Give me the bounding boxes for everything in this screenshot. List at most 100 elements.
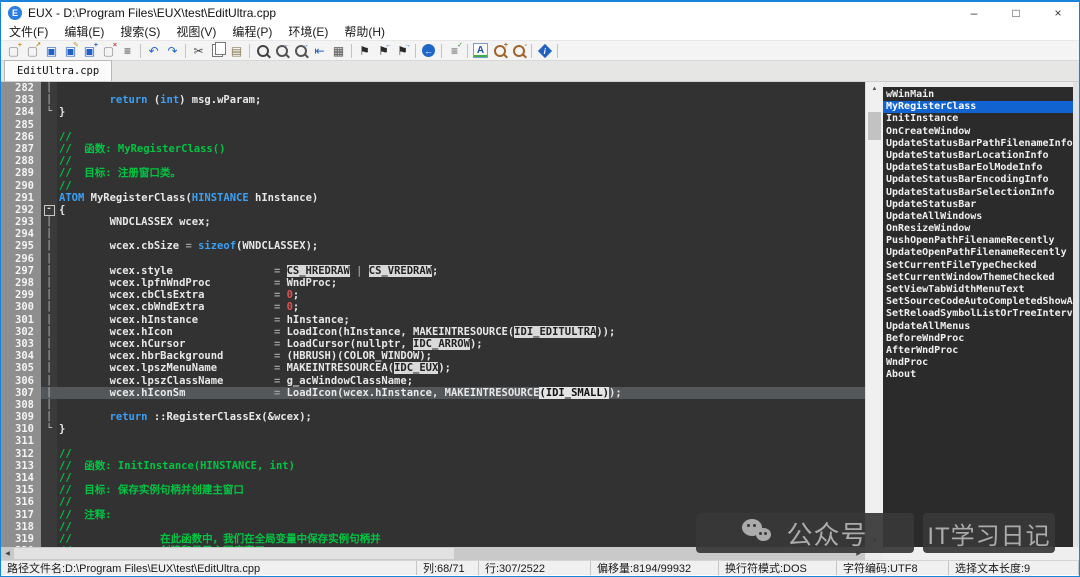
- function-list-item[interactable]: PushOpenPathFilenameRecently: [883, 235, 1073, 247]
- code-text[interactable]: //: [57, 131, 865, 143]
- function-list-item[interactable]: UpdateAllWindows: [883, 211, 1073, 223]
- toolbar-paste-button[interactable]: ▤: [227, 42, 246, 60]
- scroll-up-icon[interactable]: ▲: [866, 82, 883, 95]
- code-text[interactable]: {: [57, 204, 865, 216]
- vertical-scrollbar-thumb[interactable]: [868, 112, 881, 140]
- toolbar-copy-button[interactable]: [208, 42, 227, 60]
- toolbar-zoom-out-button[interactable]: -: [509, 42, 528, 60]
- toolbar-save-as-button[interactable]: ▣✎: [61, 42, 80, 60]
- function-list-item[interactable]: WndProc: [883, 357, 1073, 369]
- toolbar-find-next-button[interactable]: →: [291, 42, 310, 60]
- function-list-scrollbar[interactable]: [1073, 82, 1079, 547]
- maximize-button[interactable]: □: [995, 2, 1037, 24]
- code-text[interactable]: wcex.cbSize = sizeof(WNDCLASSEX);: [57, 240, 865, 252]
- code-text[interactable]: wcex.hCursor = LoadCursor(nullptr, IDC_A…: [57, 338, 865, 350]
- function-list-item[interactable]: UpdateStatusBar: [883, 199, 1073, 211]
- function-list-item[interactable]: SetCurrentWindowThemeChecked: [883, 272, 1073, 284]
- function-list-item[interactable]: MyRegisterClass: [883, 101, 1073, 113]
- menu-view[interactable]: 视图(V): [168, 24, 224, 40]
- toolbar-open-file-button[interactable]: ▢↗: [23, 42, 42, 60]
- function-list-item[interactable]: wWinMain: [883, 89, 1073, 101]
- toolbar-save-all-button[interactable]: ▣+: [80, 42, 99, 60]
- menu-search[interactable]: 搜索(S): [112, 24, 168, 40]
- code-text[interactable]: return ::RegisterClassEx(&wcex);: [57, 411, 865, 423]
- code-text[interactable]: [57, 253, 865, 265]
- code-text[interactable]: wcex.hIconSm = LoadIcon(wcex.hInstance, …: [57, 387, 865, 399]
- toolbar-syntax-highlight-button[interactable]: A: [471, 42, 490, 60]
- code-text[interactable]: ATOM MyRegisterClass(HINSTANCE hInstance…: [57, 192, 865, 204]
- menu-program[interactable]: 编程(P): [224, 24, 280, 40]
- function-list-item[interactable]: SetCurrentFileTypeChecked: [883, 260, 1073, 272]
- menu-environment[interactable]: 环境(E): [280, 24, 336, 40]
- toolbar-zoom-in-button[interactable]: +: [490, 42, 509, 60]
- code-text[interactable]: // 目标: 保存实例句柄并创建主窗口: [57, 484, 865, 496]
- code-text[interactable]: wcex.hInstance = hInstance;: [57, 314, 865, 326]
- toolbar-navigate-back-button[interactable]: ←: [419, 42, 438, 60]
- code-text[interactable]: //: [57, 180, 865, 192]
- toolbar-cut-button[interactable]: ✂: [189, 42, 208, 60]
- code-text[interactable]: [57, 228, 865, 240]
- code-text[interactable]: return (int) msg.wParam;: [57, 94, 865, 106]
- editor-vertical-scrollbar[interactable]: ▲ ▼: [865, 82, 883, 547]
- code-text[interactable]: //: [57, 155, 865, 167]
- toolbar-document-list-button[interactable]: ≡: [118, 42, 137, 60]
- code-text[interactable]: // 函数: InitInstance(HINSTANCE, int): [57, 460, 865, 472]
- code-text[interactable]: wcex.style = CS_HREDRAW | CS_VREDRAW;: [57, 265, 865, 277]
- toolbar-save-button[interactable]: ▣: [42, 42, 61, 60]
- toolbar-bookmark-button[interactable]: ⚑: [355, 42, 374, 60]
- toolbar-undo-button[interactable]: ↶: [144, 42, 163, 60]
- function-list-item[interactable]: SetSourceCodeAutoCompletedShowAf: [883, 296, 1073, 308]
- function-list-item[interactable]: About: [883, 369, 1073, 381]
- code-text[interactable]: //: [57, 496, 865, 508]
- code-text[interactable]: wcex.lpszMenuName = MAKEINTRESOURCEA(IDC…: [57, 362, 865, 374]
- toolbar-goto-line-button[interactable]: ⇤: [310, 42, 329, 60]
- toolbar-next-bookmark-button[interactable]: ⚑→: [393, 42, 412, 60]
- function-list-item[interactable]: UpdateStatusBarLocationInfo: [883, 150, 1073, 162]
- close-button[interactable]: ×: [1037, 2, 1079, 24]
- code-text[interactable]: //: [57, 472, 865, 484]
- code-text[interactable]: }: [57, 423, 865, 435]
- menu-file[interactable]: 文件(F): [1, 24, 56, 40]
- code-text[interactable]: [57, 119, 865, 131]
- code-text[interactable]: [57, 399, 865, 411]
- toolbar-about-button[interactable]: i: [535, 42, 554, 60]
- toolbar-replace-button[interactable]: ▦: [329, 42, 348, 60]
- code-editor[interactable]: 282│283│ return (int) msg.wParam;284└}28…: [1, 82, 865, 547]
- code-text[interactable]: [57, 82, 865, 94]
- function-list-item[interactable]: UpdateStatusBarPathFilenameInfo: [883, 138, 1073, 150]
- function-list-item[interactable]: AfterWndProc: [883, 345, 1073, 357]
- horizontal-scrollbar-thumb[interactable]: [14, 548, 454, 559]
- code-text[interactable]: // 函数: MyRegisterClass(): [57, 143, 865, 155]
- code-text[interactable]: WNDCLASSEX wcex;: [57, 216, 865, 228]
- code-text[interactable]: wcex.cbClsExtra = 0;: [57, 289, 865, 301]
- toolbar-new-file-button[interactable]: ▢+: [4, 42, 23, 60]
- function-list-item[interactable]: BeforeWndProc: [883, 333, 1073, 345]
- toolbar-find-previous-button[interactable]: ←: [272, 42, 291, 60]
- fold-collapse-icon[interactable]: -: [44, 205, 55, 216]
- code-text[interactable]: }: [57, 106, 865, 118]
- menu-edit[interactable]: 编辑(E): [56, 24, 112, 40]
- function-list-item[interactable]: UpdateStatusBarEncodingInfo: [883, 174, 1073, 186]
- code-text[interactable]: wcex.lpfnWndProc = WndProc;: [57, 277, 865, 289]
- function-list-item[interactable]: InitInstance: [883, 113, 1073, 125]
- menu-help[interactable]: 帮助(H): [336, 24, 393, 40]
- tab-editultra-cpp[interactable]: EditUltra.cpp: [4, 60, 112, 81]
- minimize-button[interactable]: –: [953, 2, 995, 24]
- toolbar-redo-button[interactable]: ↷: [163, 42, 182, 60]
- code-text[interactable]: // 目标: 注册窗口类。: [57, 167, 865, 179]
- function-list-item[interactable]: OnResizeWindow: [883, 223, 1073, 235]
- toolbar-task-list-button[interactable]: ≡✓: [445, 42, 464, 60]
- function-list-item[interactable]: UpdateAllMenus: [883, 321, 1073, 333]
- code-text[interactable]: wcex.hbrBackground = (HBRUSH)(COLOR_WIND…: [57, 350, 865, 362]
- code-text[interactable]: wcex.hIcon = LoadIcon(hInstance, MAKEINT…: [57, 326, 865, 338]
- function-list-item[interactable]: OnCreateWindow: [883, 126, 1073, 138]
- code-text[interactable]: wcex.cbWndExtra = 0;: [57, 301, 865, 313]
- code-text[interactable]: [57, 435, 865, 447]
- function-list-item[interactable]: UpdateStatusBarEolModeInfo: [883, 162, 1073, 174]
- function-list-item[interactable]: SetReloadSymbolListOrTreeInterva: [883, 308, 1073, 320]
- fold-margin[interactable]: -: [41, 204, 57, 216]
- function-list-item[interactable]: UpdateStatusBarSelectionInfo: [883, 187, 1073, 199]
- code-text[interactable]: //: [57, 448, 865, 460]
- toolbar-previous-bookmark-button[interactable]: ⚑←: [374, 42, 393, 60]
- function-list-item[interactable]: UpdateOpenPathFilenameRecently: [883, 247, 1073, 259]
